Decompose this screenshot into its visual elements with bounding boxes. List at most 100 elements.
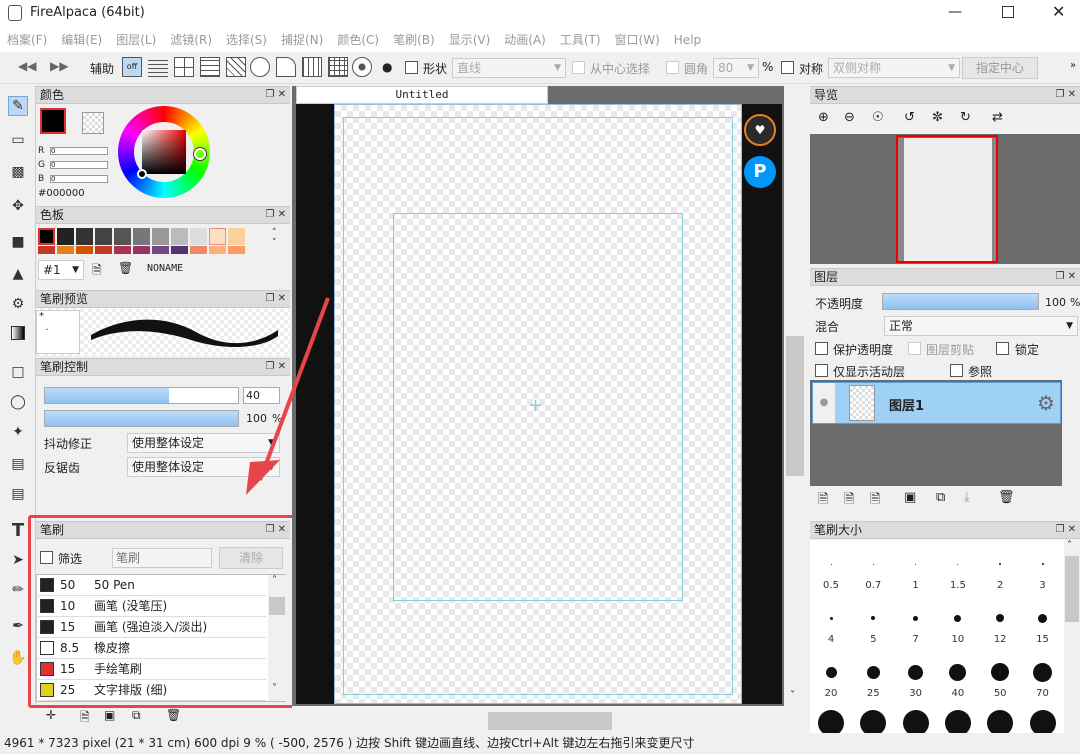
brush-opacity-slider[interactable] [44, 410, 239, 427]
delete-layer-icon[interactable]: 🗑 [998, 490, 1015, 505]
brush-folder-icon[interactable]: ▣ [104, 708, 115, 722]
canvas-scrollbar-vertical[interactable]: ˅ [784, 86, 806, 706]
protect-alpha-checkbox[interactable] [815, 342, 828, 355]
brush-size-dot[interactable] [866, 665, 880, 679]
brush-size-dot[interactable] [1033, 662, 1052, 682]
menu-item[interactable]: 滤镜(R) [163, 28, 219, 52]
move-tool-icon[interactable]: ✥ [8, 196, 28, 216]
palette-swatch[interactable] [133, 246, 150, 254]
new-layer-icon[interactable]: 🗎 [818, 490, 828, 512]
palette-swatch[interactable] [57, 246, 74, 254]
fill-tool-icon[interactable]: ▲ [8, 264, 28, 284]
snap-curve-icon[interactable] [276, 57, 296, 77]
round-checkbox[interactable] [666, 61, 679, 74]
menu-item[interactable]: 捕捉(N) [274, 28, 330, 52]
brush-size-dot[interactable] [913, 615, 919, 621]
brush-size-dot[interactable] [829, 616, 833, 620]
brush-size-scrollbar[interactable]: ˄ [1064, 540, 1080, 733]
select-tool-icon[interactable]: □ [8, 362, 28, 382]
canvas-outer-page[interactable]: + [334, 104, 742, 704]
snap-point-icon[interactable] [352, 57, 372, 77]
duplicate-layer-icon[interactable]: ⧉ [936, 490, 945, 505]
palette-swatch[interactable] [76, 246, 93, 254]
panel-controls[interactable]: ❐ ✕ [1055, 269, 1076, 285]
palette-swatch[interactable] [38, 228, 55, 245]
scroll-thumb[interactable] [1065, 556, 1079, 622]
rotate-reset-icon[interactable]: ✼ [932, 110, 943, 125]
palette-scroll-icon[interactable]: ˄ ˅ [272, 228, 277, 248]
bucket-tool-icon[interactable]: ⚙ [8, 294, 28, 314]
navigator-viewport[interactable] [896, 135, 998, 263]
menu-item[interactable]: 颜色(C) [330, 28, 386, 52]
foreground-color[interactable] [40, 108, 66, 134]
palette-select[interactable]: #1 ▼ [38, 260, 84, 280]
gradient-tool-icon[interactable] [11, 326, 25, 340]
redo-arrow-icon[interactable]: ▶▶ [50, 59, 68, 73]
from-center-checkbox[interactable] [572, 61, 585, 74]
palette-swatch[interactable] [190, 246, 207, 254]
show-active-checkbox[interactable] [815, 364, 828, 377]
palette-swatch[interactable] [57, 228, 74, 245]
snap-table-icon[interactable] [328, 57, 348, 77]
pointer-tool-icon[interactable]: ➤ [8, 550, 28, 570]
palette-swatch[interactable] [228, 228, 245, 245]
blend-select[interactable]: 正常 ▼ [884, 316, 1078, 336]
menu-item[interactable]: Help [667, 28, 708, 52]
menu-item[interactable]: 动画(A) [497, 28, 553, 52]
new-palette-icon[interactable]: 🗎 [92, 261, 102, 282]
zoom-out-icon[interactable]: ⊖ [844, 110, 855, 125]
lock-checkbox[interactable] [996, 342, 1009, 355]
symmetry-select[interactable]: 双侧对称 ▼ [828, 58, 960, 78]
saturation-square[interactable] [142, 130, 186, 174]
palette-swatch[interactable] [152, 246, 169, 254]
brush-size-dot[interactable] [830, 563, 832, 565]
vscroll-thumb[interactable] [786, 336, 804, 476]
brush-size-dot[interactable] [908, 664, 924, 680]
value-handle[interactable] [137, 169, 147, 179]
brush-duplicate-icon[interactable]: ⧉ [132, 708, 141, 723]
palette-swatch[interactable] [114, 246, 131, 254]
palette-swatch[interactable] [209, 246, 226, 254]
canvas-scrollbar-horizontal[interactable] [292, 706, 784, 733]
brush-size-dot[interactable] [991, 663, 1010, 681]
snap-grid-icon[interactable] [174, 57, 194, 77]
hand-tool-icon[interactable]: ✋ [8, 648, 28, 668]
snap-diagonal-icon[interactable] [226, 57, 246, 77]
delete-palette-icon[interactable]: 🗑 [118, 261, 133, 275]
color-wheel[interactable] [118, 106, 210, 198]
r-slider[interactable]: 0 [50, 147, 108, 155]
brush-add-icon[interactable]: ✛ [46, 708, 56, 722]
navigator-preview[interactable] [810, 134, 1080, 264]
brush-size-dot[interactable] [1038, 613, 1047, 623]
clipping-checkbox[interactable] [908, 342, 921, 355]
snap-horizontal-icon[interactable] [200, 57, 220, 77]
hue-handle[interactable] [194, 148, 206, 160]
brush-size-dot[interactable] [1041, 563, 1044, 565]
scroll-down-icon[interactable]: ˅ [790, 690, 795, 701]
brush-size-dot[interactable] [915, 563, 917, 565]
brush-delete-icon[interactable]: 🗑 [166, 708, 181, 722]
palette-swatch[interactable] [171, 228, 188, 245]
palette-swatch[interactable] [114, 228, 131, 245]
b-slider[interactable]: 0 [50, 175, 108, 183]
palette-swatch[interactable] [190, 228, 207, 245]
brush-size-dot[interactable] [996, 614, 1005, 622]
lasso-tool-icon[interactable]: ◯ [8, 392, 28, 412]
shape-select[interactable]: 直线 ▼ [452, 58, 566, 78]
brush-size-dot[interactable] [872, 563, 874, 565]
alpaca-avatar-icon[interactable]: ♥ [744, 114, 776, 146]
palette-swatch[interactable] [171, 246, 188, 254]
panel-controls[interactable]: ❐ ✕ [1055, 87, 1076, 103]
more-icon[interactable]: » [1070, 60, 1076, 71]
new-1bit-layer-icon[interactable]: 🗎 [870, 490, 880, 512]
flip-icon[interactable]: ⇄ [992, 110, 1003, 125]
text-tool-icon[interactable]: T [8, 520, 28, 541]
select-eraser-icon[interactable]: ▤ [8, 484, 28, 504]
palette-swatch[interactable] [95, 246, 112, 254]
layer-opacity-slider[interactable] [882, 293, 1039, 310]
brush-size-dot[interactable] [825, 666, 837, 678]
layer-settings-gear-icon[interactable]: ⚙ [1037, 391, 1055, 415]
brush-size-dot[interactable] [871, 616, 876, 620]
brush-size-dot[interactable] [954, 614, 962, 622]
zoom-fit-icon[interactable]: ☉ [872, 110, 884, 125]
